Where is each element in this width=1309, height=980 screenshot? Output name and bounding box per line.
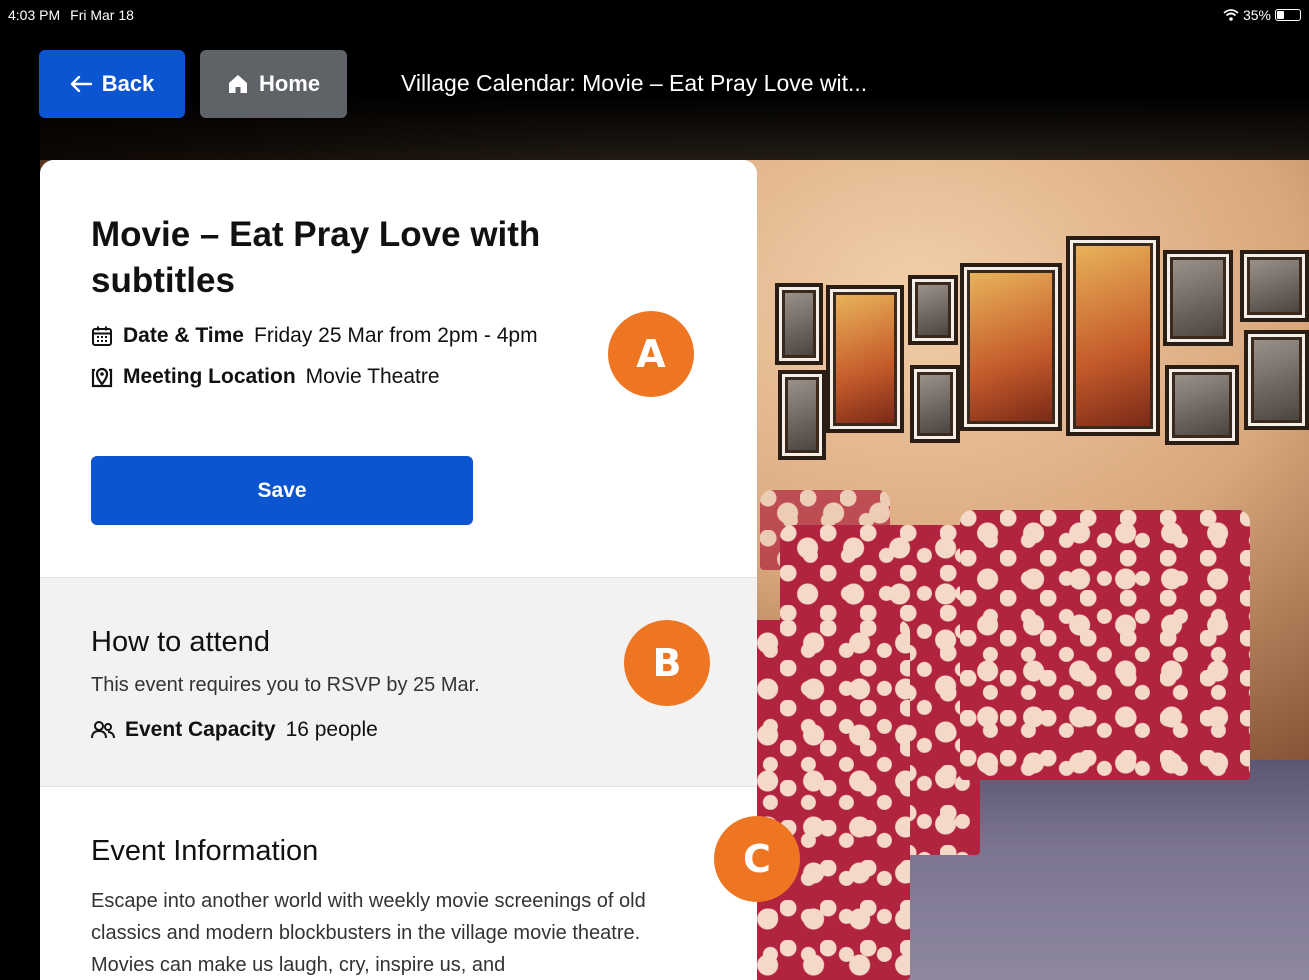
people-icon [91, 721, 115, 739]
wall-frame [1165, 365, 1239, 445]
date-time-row: Date & Time Friday 25 Mar from 2pm - 4pm [91, 324, 538, 348]
date-time-label: Date & Time [123, 324, 244, 347]
capacity-row: Event Capacity 16 people [91, 718, 378, 742]
status-right: 35% [1223, 7, 1301, 23]
location-label: Meeting Location [123, 365, 296, 388]
event-information-body: Escape into another world with weekly mo… [91, 890, 646, 976]
armchair [740, 620, 910, 980]
wall-frame [910, 365, 960, 443]
calendar-icon [92, 326, 112, 346]
home-label: Home [258, 71, 321, 96]
callout-marker-b: B [624, 620, 710, 706]
wall-frame [1244, 330, 1309, 430]
home-icon [228, 75, 247, 93]
wall-frame [1240, 250, 1309, 322]
arrow-left-icon [70, 76, 92, 92]
callout-marker-a: A [608, 311, 694, 397]
page-title: Village Calendar: Movie – Eat Pray Love … [401, 70, 868, 96]
back-button[interactable]: Back [39, 50, 185, 118]
location-row: Meeting Location Movie Theatre [91, 365, 440, 389]
status-time: 4:03 PM [8, 7, 61, 23]
back-label: Back [101, 71, 155, 96]
callout-marker-c: C [714, 816, 800, 902]
event-title: Movie – Eat Pray Love with subtitles [91, 215, 541, 300]
date-time-value: Friday 25 Mar from 2pm - 4pm [254, 324, 538, 347]
wall-frame [960, 263, 1062, 431]
wifi-icon [1223, 9, 1239, 21]
status-bar: 4:03 PM Fri Mar 18 35% [0, 0, 1309, 30]
capacity-value: 16 people [285, 718, 378, 741]
wall-frame [778, 370, 826, 460]
wall-frame [908, 275, 958, 345]
status-date: Fri Mar 18 [70, 7, 134, 23]
home-button[interactable]: Home [200, 50, 347, 118]
event-information-section: Event Information Escape into another wo… [40, 787, 757, 980]
battery-percent: 35% [1242, 7, 1271, 23]
wall-frame [1066, 236, 1160, 436]
armchair [960, 510, 1250, 780]
map-pin-icon [91, 367, 113, 388]
capacity-label: Event Capacity [125, 718, 276, 741]
wall-frame [775, 283, 823, 365]
wall-frame [1163, 250, 1233, 346]
how-to-attend-heading: How to attend [91, 626, 270, 658]
location-value: Movie Theatre [305, 365, 440, 388]
wall-frame [826, 285, 904, 433]
event-card: Movie – Eat Pray Love with subtitles Dat… [40, 160, 757, 980]
rsvp-text: This event requires you to RSVP by 25 Ma… [91, 674, 480, 696]
battery-icon [1275, 9, 1301, 21]
save-button[interactable]: Save [91, 456, 473, 525]
event-information-heading: Event Information [91, 835, 319, 867]
